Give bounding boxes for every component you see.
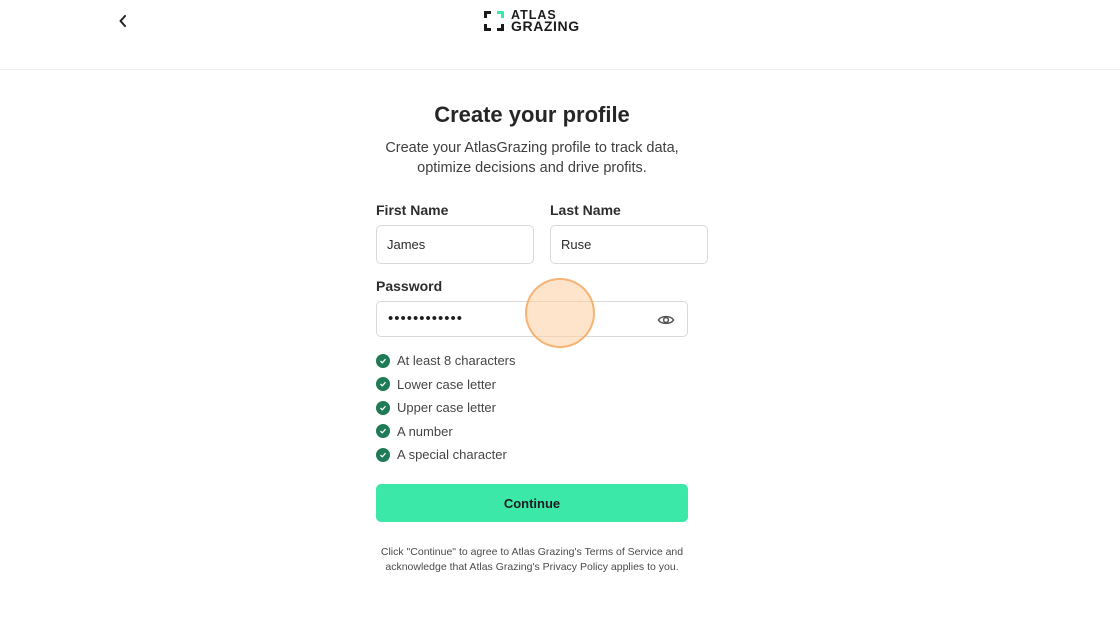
first-name-input[interactable] — [376, 225, 534, 264]
requirement-item: Upper case letter — [376, 396, 516, 420]
continue-button[interactable]: Continue — [376, 484, 688, 522]
password-value: •••••••••••• — [388, 310, 464, 327]
last-name-input[interactable] — [550, 225, 708, 264]
requirement-label: Upper case letter — [397, 400, 496, 416]
logo-wordmark: ATLAS GRAZING — [511, 9, 580, 34]
requirement-label: Lower case letter — [397, 376, 496, 392]
password-input[interactable]: •••••••••••• — [376, 301, 688, 337]
check-icon — [376, 400, 390, 415]
top-bar: ATLAS GRAZING — [0, 0, 1120, 70]
check-icon — [376, 447, 390, 462]
requirement-item: Lower case letter — [376, 373, 516, 397]
logo-line-2: GRAZING — [511, 18, 580, 34]
password-requirements: At least 8 characters Lower case letter … — [376, 349, 516, 467]
requirement-label: A special character — [397, 447, 507, 463]
requirement-label: A number — [397, 423, 453, 439]
chevron-left-icon — [119, 15, 126, 27]
requirement-item: A number — [376, 420, 516, 444]
password-label: Password — [376, 278, 443, 294]
check-icon — [376, 424, 390, 439]
check-icon — [376, 377, 390, 392]
requirement-label: At least 8 characters — [397, 353, 516, 369]
page-title: Create your profile — [434, 102, 630, 127]
back-button[interactable] — [112, 10, 134, 32]
check-icon — [376, 353, 390, 368]
page-subtitle: Create your AtlasGrazing profile to trac… — [385, 140, 679, 176]
logo-mark-icon — [484, 11, 504, 31]
requirement-item: A special character — [376, 443, 516, 467]
atlas-grazing-logo: ATLAS GRAZING — [482, 8, 580, 34]
legal-notice: Click "Continue" to agree to Atlas Grazi… — [380, 546, 684, 573]
requirement-item: At least 8 characters — [376, 349, 516, 373]
eye-icon[interactable] — [657, 311, 675, 329]
last-name-label: Last Name — [550, 202, 621, 218]
first-name-label: First Name — [376, 202, 449, 218]
